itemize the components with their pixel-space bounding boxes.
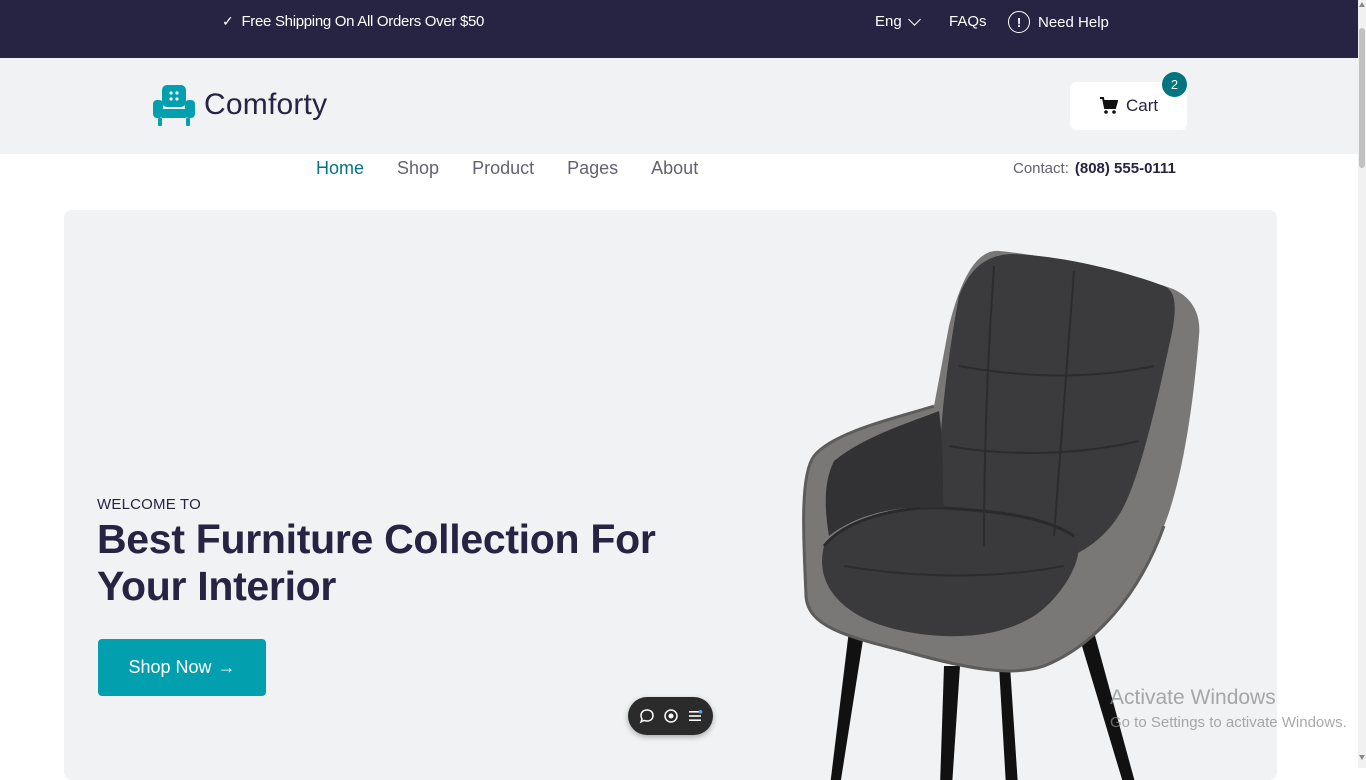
top-announcement-bar: ✓ Free Shipping On All Orders Over $50 E…: [0, 0, 1358, 58]
main-navigation: Home Shop Product Pages About Contact: (8…: [0, 154, 1358, 186]
chevron-down-icon: [907, 12, 921, 26]
chat-icon[interactable]: [639, 708, 655, 724]
hero-title: Best Furniture Collection For Your Inter…: [97, 516, 656, 609]
cart-label: Cart: [1126, 96, 1159, 115]
contact-info: Contact: (808) 555-0111: [1013, 160, 1176, 177]
nav-item-shop[interactable]: Shop: [397, 158, 439, 179]
toggle-icon[interactable]: [663, 708, 679, 724]
nav-item-home[interactable]: Home: [316, 158, 364, 179]
list-icon[interactable]: [687, 708, 703, 724]
hero-eyebrow: WELCOME TO: [97, 496, 201, 513]
watermark-subtitle: Go to Settings to activate Windows.: [1110, 714, 1347, 731]
page-scrollbar[interactable]: [1358, 0, 1366, 768]
check-icon: ✓: [222, 13, 234, 29]
language-selector[interactable]: Eng: [875, 12, 921, 30]
contact-phone[interactable]: (808) 555-0111: [1075, 160, 1176, 177]
scroll-down-icon[interactable]: [1359, 755, 1365, 760]
scroll-up-icon[interactable]: [1359, 2, 1365, 7]
cart-button[interactable]: Cart 2: [1070, 72, 1187, 130]
info-circle-icon: !: [1008, 11, 1030, 33]
free-shipping-text: Free Shipping On All Orders Over $50: [241, 13, 485, 30]
language-label: Eng: [875, 13, 902, 30]
site-header: Comforty Cart 2: [0, 58, 1358, 154]
need-help-link[interactable]: ! Need Help: [1008, 11, 1109, 33]
armchair-icon: [153, 85, 195, 126]
site-logo[interactable]: Comforty: [152, 82, 327, 128]
scrollbar-thumb[interactable]: [1359, 28, 1365, 168]
nav-links: Home Shop Product Pages About: [316, 158, 698, 179]
floating-toolbar: [628, 697, 713, 735]
faqs-link[interactable]: FAQs: [949, 13, 987, 30]
nav-item-product[interactable]: Product: [472, 158, 534, 179]
free-shipping-notice: ✓ Free Shipping On All Orders Over $50: [222, 13, 484, 30]
activate-windows-watermark: Activate Windows Go to Settings to activ…: [1110, 686, 1347, 731]
shop-now-label: Shop Now: [128, 657, 212, 677]
shop-now-button[interactable]: Shop Now →: [98, 639, 266, 696]
cart-icon: [1100, 97, 1118, 114]
need-help-label: Need Help: [1038, 13, 1109, 31]
watermark-title: Activate Windows: [1110, 686, 1276, 709]
arrow-right-icon: →: [217, 657, 236, 677]
contact-label: Contact:: [1013, 160, 1069, 177]
nav-item-about[interactable]: About: [651, 158, 698, 179]
hero-banner: WELCOME TO Best Furniture Collection For…: [64, 210, 1277, 780]
nav-item-pages[interactable]: Pages: [567, 158, 618, 179]
logo-text: Comforty: [204, 88, 328, 121]
cart-count-badge: 2: [1162, 72, 1187, 97]
